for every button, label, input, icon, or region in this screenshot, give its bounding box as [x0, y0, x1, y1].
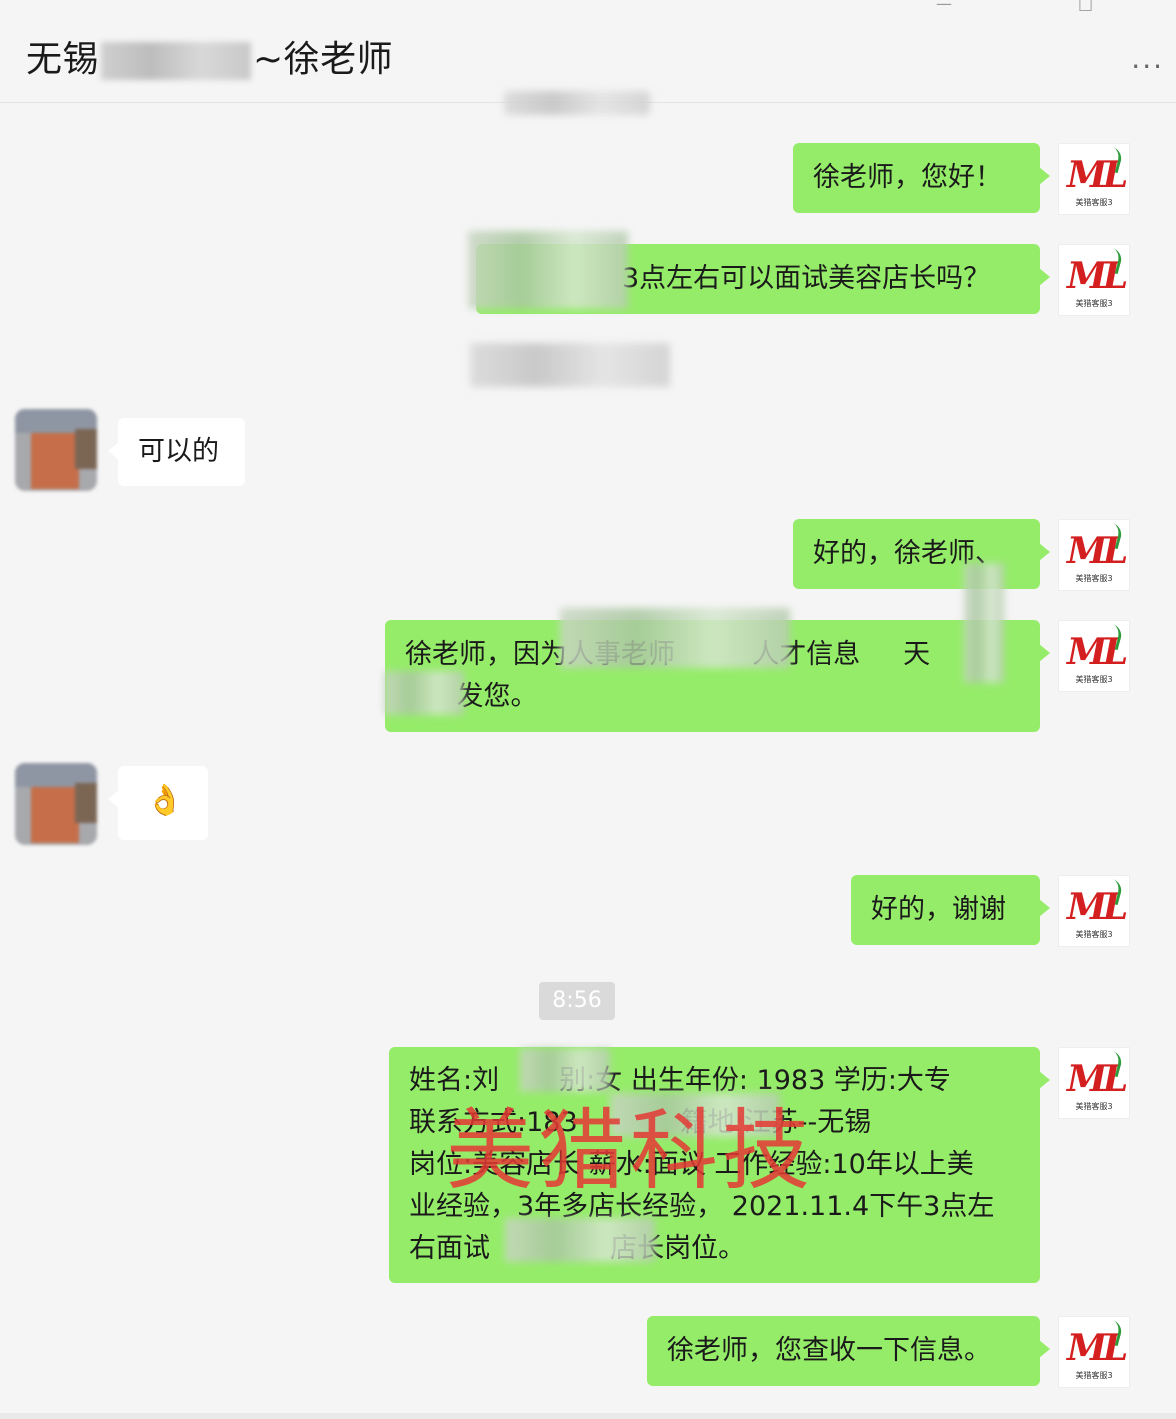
avatar-caption: 美猎客服3: [1075, 574, 1113, 583]
my-avatar[interactable]: ML 美猎客服3: [1058, 875, 1130, 947]
chat-title-prefix: 无锡: [26, 39, 100, 80]
contact-avatar[interactable]: [15, 409, 97, 491]
contact-avatar[interactable]: [15, 763, 97, 845]
my-avatar[interactable]: ML 美猎客服3: [1058, 1047, 1130, 1119]
chat-title-suffix: ~徐老师: [253, 39, 394, 80]
avatar-caption: 美猎客服3: [1075, 675, 1113, 684]
my-avatar[interactable]: ML 美猎客服3: [1058, 620, 1130, 692]
avatar-caption: 美猎客服3: [1075, 299, 1113, 308]
redaction-blur: [505, 1218, 655, 1262]
message-bubble-sent[interactable]: 徐老师，您好！: [793, 143, 1050, 213]
chat-message-area[interactable]: 徐老师，您好！ ML 美猎客服3 3点左右可以面试美容店长吗？ ML 美猎客服3…: [0, 91, 1176, 1413]
more-options-icon[interactable]: ···: [1131, 50, 1164, 83]
message-bubble-sent[interactable]: 徐老师，您查收一下信息。: [647, 1316, 1050, 1386]
my-avatar[interactable]: ML 美猎客服3: [1058, 519, 1130, 591]
avatar-caption: 美猎客服3: [1075, 1371, 1113, 1380]
redaction-blur: [384, 671, 464, 715]
redaction-blur: [964, 563, 1004, 683]
chat-title: 无锡 ~徐老师: [26, 30, 393, 82]
maximize-icon[interactable]: □: [1078, 0, 1093, 13]
chat-header: 无锡 ~徐老师 — □ ···: [0, 0, 1176, 103]
timestamp: 8:56: [539, 982, 615, 1020]
avatar-caption: 美猎客服3: [1075, 930, 1113, 939]
minimize-icon[interactable]: —: [936, 0, 952, 13]
message-bubble-sent[interactable]: 好的，谢谢: [851, 875, 1050, 945]
timestamp-hidden: [504, 91, 650, 115]
bottom-divider: [0, 1413, 1176, 1419]
avatar-caption: 美猎客服3: [1075, 198, 1113, 207]
watermark-text: 美猎科技: [446, 1099, 815, 1202]
timestamp-hidden: [470, 343, 670, 387]
redaction-blur: [560, 608, 790, 668]
redaction-blur: [468, 231, 628, 309]
redacted-name-blur: [101, 42, 252, 80]
my-avatar[interactable]: ML 美猎客服3: [1058, 244, 1130, 316]
avatar-caption: 美猎客服3: [1075, 1102, 1113, 1111]
my-avatar[interactable]: ML 美猎客服3: [1058, 1316, 1130, 1388]
message-bubble-received[interactable]: 👌: [108, 766, 208, 840]
my-avatar[interactable]: ML 美猎客服3: [1058, 143, 1130, 215]
message-bubble-received[interactable]: 可以的: [108, 418, 245, 486]
